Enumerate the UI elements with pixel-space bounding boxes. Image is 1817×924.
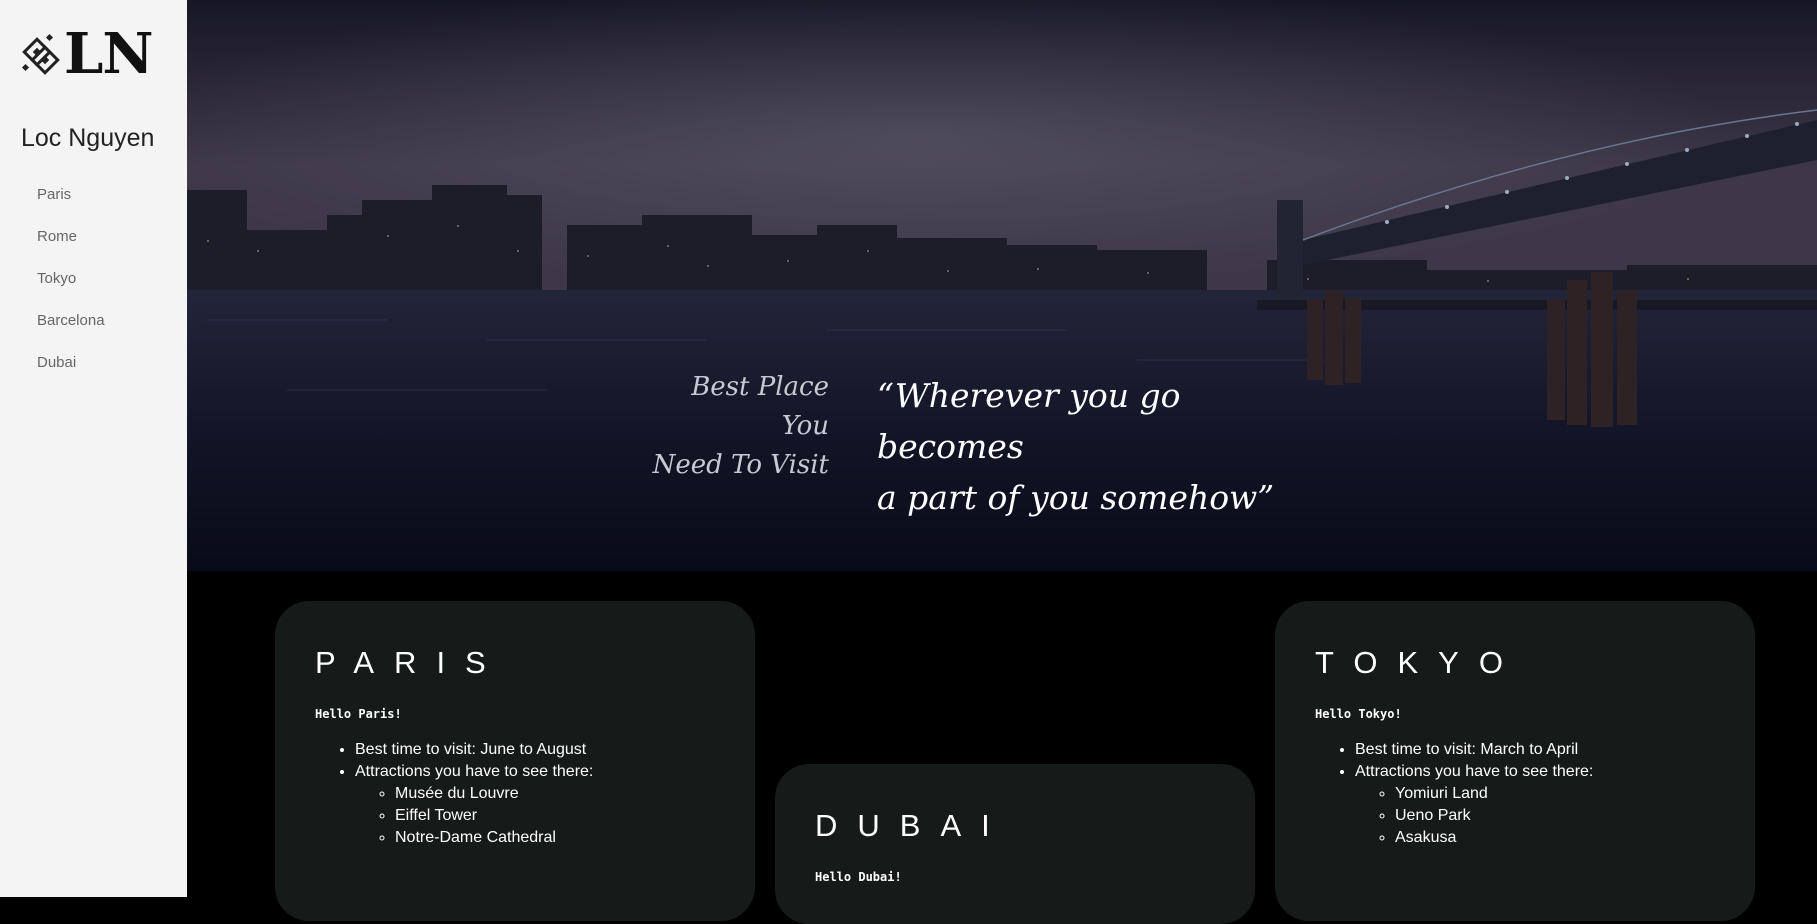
card-greeting: Hello Tokyo! [1315,707,1402,721]
list-item: Attractions you have to see there: Yomiu… [1355,761,1593,849]
attractions-label: Attractions you have to see there: [355,763,594,780]
attractions-label: Attractions you have to see there: [1355,763,1594,780]
city-card-tokyo[interactable]: TOKYO Hello Tokyo! Best time to visit: M… [1275,601,1755,921]
list-item: Notre-Dame Cathedral [395,827,593,849]
list-item: Yomiuri Land [1395,783,1593,805]
tagline-line: Best Place [691,372,829,402]
list-item: Asakusa [1395,827,1593,849]
list-item: Ueno Park [1395,805,1593,827]
list-item: Attractions you have to see there: Musée… [355,761,593,849]
attractions-list: Yomiuri Land Ueno Park Asakusa [1355,783,1593,849]
city-card-dubai[interactable]: DUBAI Hello Dubai! [775,764,1255,924]
nav-item-barcelona[interactable]: Barcelona [37,310,105,352]
tagline-line: You [781,411,829,441]
quote-line: becomes [877,427,1024,466]
hero-quote: “Wherever you go becomes a part of you s… [877,370,1274,523]
hero-tagline: Best Place You Need To Visit [653,368,829,485]
list-item: Musée du Louvre [395,783,593,805]
logo-text: LN [64,21,154,87]
tagline-line: Need To Visit [652,450,829,480]
list-item: Best time to visit: March to April [1355,739,1593,761]
card-greeting: Hello Dubai! [815,870,902,884]
card-info-list: Best time to visit: March to April Attra… [1315,739,1593,849]
city-card-paris[interactable]: PARIS Hello Paris! Best time to visit: J… [275,601,755,921]
site-name[interactable]: Loc Nguyen [21,124,154,153]
card-info-list: Best time to visit: June to August Attra… [315,739,593,849]
nav-item-paris[interactable]: Paris [37,184,105,226]
logo[interactable]: LN [20,21,154,87]
card-title: TOKYO [1315,645,1523,680]
logo-diamond-icon [21,33,60,75]
quote-line: “Wherever you go [877,376,1181,415]
list-item: Best time to visit: June to August [355,739,593,761]
hero-banner: Best Place You Need To Visit “Wherever y… [187,0,1817,571]
attractions-list: Musée du Louvre Eiffel Tower Notre-Dame … [355,783,593,849]
card-greeting: Hello Paris! [315,707,402,721]
quote-line: a part of you somehow” [877,478,1275,517]
nav-item-rome[interactable]: Rome [37,226,105,268]
sidebar: LN Loc Nguyen Paris Rome Tokyo Barcelona… [0,0,187,897]
list-item: Eiffel Tower [395,805,593,827]
nav-list: Paris Rome Tokyo Barcelona Dubai [37,184,105,394]
card-title: DUBAI [815,808,1010,843]
nav-item-dubai[interactable]: Dubai [37,352,105,394]
card-title: PARIS [315,645,506,680]
nav-item-tokyo[interactable]: Tokyo [37,268,105,310]
